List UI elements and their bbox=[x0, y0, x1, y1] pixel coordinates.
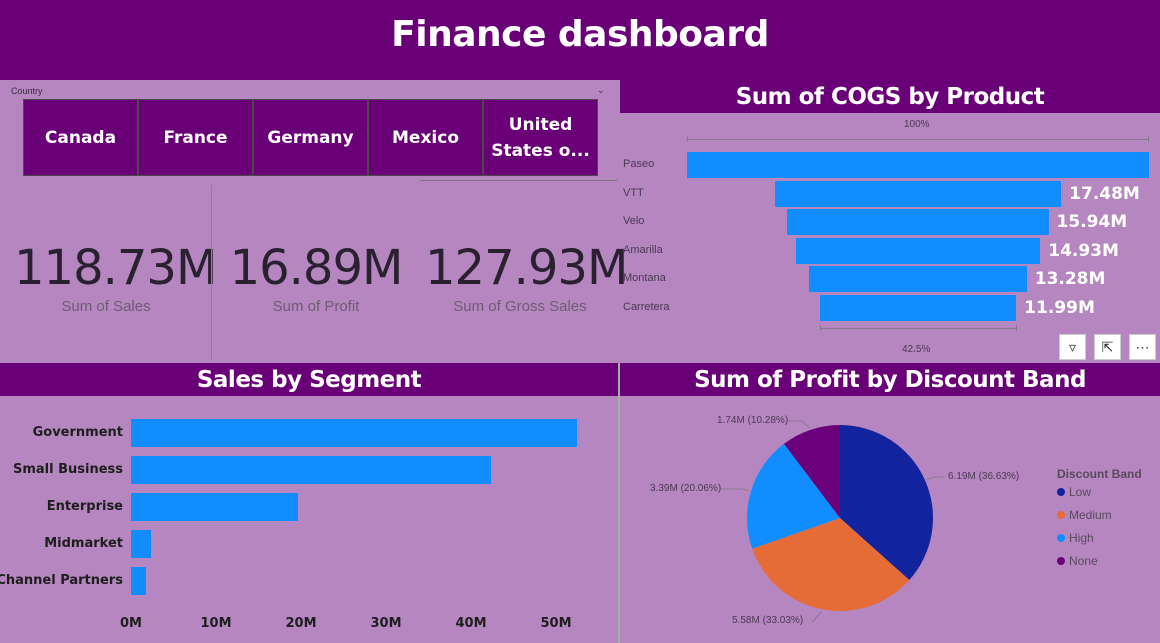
slicer-label: Country bbox=[11, 86, 43, 96]
pie-data-label: 5.58M (33.03%) bbox=[732, 615, 804, 626]
pie-leader-line bbox=[720, 488, 750, 491]
dashboard-header: Finance dashboard bbox=[0, 0, 1160, 80]
dashboard-title: Finance dashboard bbox=[391, 13, 769, 55]
pie-leader-line bbox=[787, 420, 811, 429]
slicer-item-mexico[interactable]: Mexico bbox=[368, 99, 483, 176]
funnel-tick bbox=[687, 136, 688, 142]
x-axis-tick-label: 40M bbox=[455, 616, 487, 631]
funnel-bottom-percent: 42.5% bbox=[902, 344, 931, 355]
legend-item-high[interactable]: High bbox=[1057, 531, 1094, 545]
segment-category-label: Small Business bbox=[12, 462, 123, 477]
x-axis-tick-label: 30M bbox=[370, 616, 402, 631]
legend-label: Medium bbox=[1069, 508, 1112, 522]
pie-svg bbox=[720, 420, 944, 622]
legend-dot-icon bbox=[1057, 511, 1065, 519]
focus-mode-icon[interactable]: ⇱ bbox=[1094, 334, 1121, 360]
funnel-tick bbox=[820, 325, 821, 331]
profit-by-discount-chart[interactable]: Discount Band 6.19M (36.63%) Low 5.58M (33… bbox=[618, 363, 1160, 643]
funnel-bar[interactable] bbox=[774, 180, 1062, 207]
pie-leader-line bbox=[926, 476, 944, 480]
slicer-item-canada[interactable]: Canada bbox=[23, 99, 138, 176]
segment-bar[interactable] bbox=[131, 530, 152, 558]
funnel-data-label: 17.48M bbox=[1069, 183, 1140, 204]
funnel-top-line bbox=[687, 139, 1149, 140]
funnel-category-label: Amarilla bbox=[623, 243, 663, 256]
more-options-icon[interactable]: ⋯ bbox=[1129, 334, 1156, 360]
slicer-item-germany[interactable]: Germany bbox=[253, 99, 368, 176]
funnel-category-label: Paseo bbox=[623, 158, 655, 170]
legend-item-none[interactable]: None bbox=[1057, 554, 1098, 568]
segment-category-label: Midmarket bbox=[44, 536, 123, 551]
kpi-divider bbox=[211, 185, 212, 360]
chevron-down-icon[interactable]: ⌄ bbox=[597, 85, 605, 96]
x-axis-tick-label: 50M bbox=[540, 616, 572, 631]
funnel-bar[interactable] bbox=[787, 209, 1049, 236]
legend-label: None bbox=[1069, 554, 1098, 568]
funnel-top-percent: 100% bbox=[904, 119, 930, 130]
sales-by-segment-chart[interactable]: Government Small Business Enterprise Midmar… bbox=[0, 363, 618, 643]
pie-leader-line bbox=[812, 610, 822, 622]
kpi-label: Sum of Profit bbox=[272, 298, 360, 315]
funnel-category-label: Montana bbox=[623, 272, 666, 285]
slicer-item-united-states[interactable]: United States o... bbox=[483, 99, 598, 176]
country-slicer: Country ⌄ Canada France Germany Mexico U… bbox=[0, 80, 617, 182]
x-axis-tick-label: 10M bbox=[200, 616, 232, 631]
slicer-divider bbox=[420, 180, 617, 181]
legend-label: Low bbox=[1069, 485, 1092, 499]
filter-icon[interactable]: ▿ bbox=[1059, 334, 1086, 360]
pie-data-label: 3.39M (20.06%) bbox=[650, 483, 722, 494]
kpi-value: 127.93M bbox=[425, 240, 628, 296]
segment-category-label: Government bbox=[32, 425, 123, 440]
kpi-card-gross-sales[interactable]: 127.93M Sum of Gross Sales bbox=[425, 240, 628, 315]
funnel-data-label: 14.93M bbox=[1048, 240, 1119, 261]
kpi-value: 118.73M bbox=[14, 240, 217, 296]
slicer-item-france[interactable]: France bbox=[138, 99, 253, 176]
legend-title: Discount Band bbox=[1057, 467, 1142, 481]
funnel-data-label: 15.94M bbox=[1056, 212, 1128, 233]
funnel-data-label: 13.28M bbox=[1034, 269, 1106, 290]
segment-bar[interactable] bbox=[131, 493, 298, 521]
pie-data-label: 6.19M (36.63%) bbox=[948, 471, 1020, 482]
legend-label: High bbox=[1069, 531, 1094, 545]
kpi-value: 16.89M bbox=[229, 240, 404, 296]
funnel-bar[interactable] bbox=[809, 266, 1027, 293]
funnel-bar[interactable] bbox=[687, 152, 1149, 178]
legend-item-low[interactable]: Low bbox=[1057, 485, 1091, 499]
funnel-bar[interactable] bbox=[795, 237, 1041, 264]
kpi-label: Sum of Gross Sales bbox=[453, 298, 587, 315]
legend-item-medium[interactable]: Medium bbox=[1057, 508, 1112, 522]
segment-bar[interactable] bbox=[131, 456, 492, 484]
legend-dot-icon bbox=[1057, 534, 1065, 542]
funnel-data-label: 11.99M bbox=[1024, 298, 1095, 318]
funnel-bar[interactable] bbox=[819, 295, 1017, 321]
funnel-tick bbox=[1016, 325, 1017, 331]
funnel-bottom-line bbox=[820, 328, 1017, 329]
funnel-category-label: VTT bbox=[623, 186, 644, 199]
funnel-category-label: Carretera bbox=[623, 301, 670, 313]
legend-dot-icon bbox=[1057, 557, 1065, 565]
kpi-card-sales[interactable]: 118.73M Sum of Sales bbox=[14, 240, 217, 315]
segment-bar[interactable] bbox=[131, 419, 578, 447]
segment-category-label: Channel Partners bbox=[0, 573, 123, 588]
cogs-funnel-chart[interactable]: 100% 42.5% Paseo VTT 17.48M Velo 15.94M Amari… bbox=[620, 82, 1160, 362]
segment-category-label: Enterprise bbox=[46, 499, 123, 514]
x-axis-tick-label: 20M bbox=[285, 616, 317, 631]
segment-bar[interactable] bbox=[131, 567, 147, 595]
kpi-card-profit[interactable]: 16.89M Sum of Profit bbox=[225, 240, 407, 315]
slicer-items: Canada France Germany Mexico United Stat… bbox=[23, 99, 598, 176]
x-axis-tick-label: 0M bbox=[120, 616, 142, 631]
legend-dot-icon bbox=[1057, 488, 1065, 496]
pie-data-label: 1.74M (10.28%) bbox=[717, 415, 789, 426]
kpi-label: Sum of Sales bbox=[61, 298, 151, 315]
funnel-tick bbox=[1148, 136, 1149, 142]
funnel-category-label: Velo bbox=[623, 215, 645, 228]
